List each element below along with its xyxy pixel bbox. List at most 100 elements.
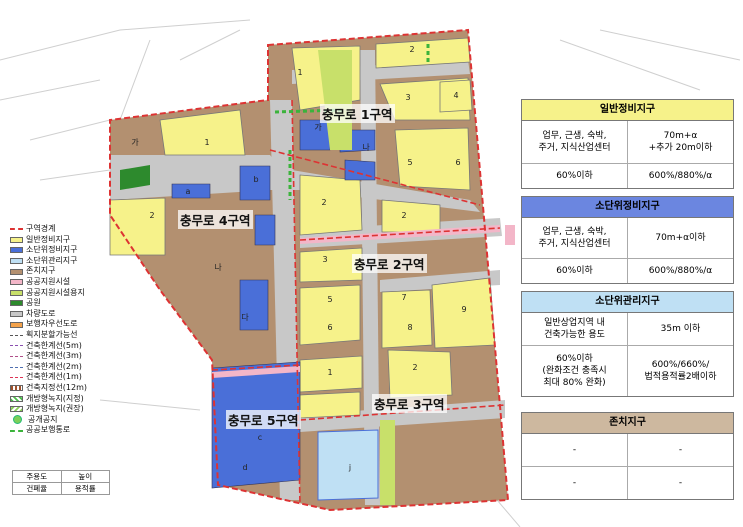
panel-general: 일반정비지구 업무, 근생, 숙박, 주거, 지식산업센터 70m+α +추가 2… xyxy=(521,99,734,189)
svg-text:가: 가 xyxy=(131,138,139,147)
dashed-line-icon xyxy=(10,366,23,368)
legend-label: 보행자우선도로 xyxy=(26,319,78,329)
legend-label: 공원 xyxy=(26,298,41,308)
lightblue-swatch-icon xyxy=(10,258,23,265)
panel-mgmt-use: 일반상업지역 내 건축가능한 용도 xyxy=(544,318,605,340)
lime-swatch-icon xyxy=(10,289,23,296)
svg-text:1: 1 xyxy=(204,138,209,147)
svg-text:2: 2 xyxy=(409,45,414,54)
dashed-line-icon xyxy=(10,355,23,357)
dashed-line-icon xyxy=(10,377,23,379)
green-hatch-icon xyxy=(10,406,23,413)
legend-item: 일반정비지구 xyxy=(10,235,110,246)
legend-label: 공공보행통로 xyxy=(26,425,71,435)
panel-keep-far: - xyxy=(627,467,733,499)
panel-small-far: 600%/880%/α xyxy=(627,259,733,283)
legend-label: 획지분할가능선 xyxy=(26,329,78,339)
pink-swatch-icon xyxy=(10,279,23,286)
svg-text:2: 2 xyxy=(412,363,417,372)
panel-mgmt-far: 600%/660%/ 법적용적률2배이하 xyxy=(627,346,733,396)
legend-label: 개방형녹지(지정) xyxy=(26,393,84,403)
svg-text:7: 7 xyxy=(401,293,406,302)
zone-label-2: 충무로 2구역 xyxy=(352,254,427,273)
panel-keep-coverage: - xyxy=(572,478,577,488)
hatched-line-icon xyxy=(10,385,23,392)
legend-label: 공공지원시설용지 xyxy=(26,287,85,297)
boundary-line-icon xyxy=(10,228,23,231)
svg-text:3: 3 xyxy=(405,93,410,102)
legend-label: 공공지원시설 xyxy=(26,276,71,286)
svg-text:6: 6 xyxy=(455,158,460,167)
panel-mgmt-height: 35m 이하 xyxy=(627,313,733,345)
legend-item: 건축한계선(3m) xyxy=(10,351,110,362)
legend-item: 공공지원시설 xyxy=(10,277,110,288)
green-hatch-icon xyxy=(10,395,23,402)
key-use: 주용도 xyxy=(12,470,62,483)
legend-item: 공공보행통로 xyxy=(10,425,110,436)
legend-item: 건축지정선(12m) xyxy=(10,383,110,394)
legend-item: 존치지구 xyxy=(10,266,110,277)
legend-label: 차량도로 xyxy=(26,308,56,318)
panel-general-use: 업무, 근생, 숙박, 주거, 지식산업센터 xyxy=(538,131,611,153)
panel-keep: 존치지구 -- -- xyxy=(521,412,734,500)
panel-general-far: 600%/880%/α xyxy=(627,164,733,188)
legend-item: 건축한계선(2m) xyxy=(10,362,110,373)
green-swatch-icon xyxy=(10,300,23,307)
panel-small-title: 소단위정비지구 xyxy=(522,197,733,218)
svg-text:d: d xyxy=(242,463,247,472)
legend-item: 소단위정비지구 xyxy=(10,245,110,256)
svg-text:c: c xyxy=(258,433,262,442)
zone-label-5: 충무로 5구역 xyxy=(226,410,301,429)
panel-general-height: 70m+α +추가 20m이하 xyxy=(627,121,733,163)
legend-label: 건축한계선(5m) xyxy=(26,340,82,350)
panel-small-height: 70m+α이하 xyxy=(627,218,733,258)
legend-item: 건축한계선(5m) xyxy=(10,341,110,352)
legend-label: 구역경계 xyxy=(26,224,56,233)
legend-item: 획지분할가능선 xyxy=(10,330,110,341)
panel-small-coverage: 60%이하 xyxy=(556,266,593,276)
block-key-table: 주용도 높이 건폐율 용적률 xyxy=(12,470,110,495)
gray-swatch-icon xyxy=(10,311,23,318)
zone-label-3: 충무로 3구역 xyxy=(372,394,447,413)
zone-label-4: 충무로 4구역 xyxy=(178,210,253,229)
legend-item: 소단위관리지구 xyxy=(10,256,110,267)
legend-label: 소단위관리지구 xyxy=(26,255,78,265)
key-height: 높이 xyxy=(60,470,110,483)
key-coverage: 건폐율 xyxy=(12,482,62,495)
legend-item: 건축한계선(1m) xyxy=(10,372,110,383)
zone-label-1: 충무로 1구역 xyxy=(320,104,395,123)
svg-text:5: 5 xyxy=(407,158,412,167)
legend-item: 공원 xyxy=(10,298,110,309)
dashed-line-icon xyxy=(10,345,23,347)
svg-text:j: j xyxy=(348,463,351,472)
svg-text:5: 5 xyxy=(327,295,332,304)
svg-text:8: 8 xyxy=(407,323,412,332)
legend-item: 공개공지 xyxy=(10,415,110,426)
legend-label: 건축한계선(3m) xyxy=(26,351,82,361)
svg-text:1: 1 xyxy=(297,68,302,77)
legend-item: 보행자우선도로 xyxy=(10,319,110,330)
brown-swatch-icon xyxy=(10,268,23,275)
svg-text:1: 1 xyxy=(327,368,332,377)
panel-keep-title: 존치지구 xyxy=(522,413,733,434)
legend-label: 건축한계선(1m) xyxy=(26,372,82,382)
orange-swatch-icon xyxy=(10,321,23,328)
svg-text:가: 가 xyxy=(314,123,322,132)
legend-item: 공공지원시설용지 xyxy=(10,288,110,299)
map-legend: 구역경계 일반정비지구 소단위정비지구 소단위관리지구 존치지구 공공지원시설 … xyxy=(10,224,110,436)
svg-text:2: 2 xyxy=(149,211,154,220)
legend-label: 건축한계선(2m) xyxy=(26,361,82,371)
blue-swatch-icon xyxy=(10,247,23,254)
panel-mgmt-title: 소단위관리지구 xyxy=(522,292,733,313)
svg-text:2: 2 xyxy=(401,211,406,220)
svg-text:b: b xyxy=(253,175,258,184)
panel-general-coverage: 60%이하 xyxy=(556,171,593,181)
panel-keep-height: - xyxy=(627,434,733,466)
svg-text:나: 나 xyxy=(214,263,222,272)
svg-text:3: 3 xyxy=(322,255,327,264)
svg-text:4: 4 xyxy=(453,91,458,100)
yellow-swatch-icon xyxy=(10,236,23,243)
legend-item: 차량도로 xyxy=(10,309,110,320)
svg-text:나: 나 xyxy=(362,143,370,152)
legend-label: 공개공지 xyxy=(28,414,58,424)
